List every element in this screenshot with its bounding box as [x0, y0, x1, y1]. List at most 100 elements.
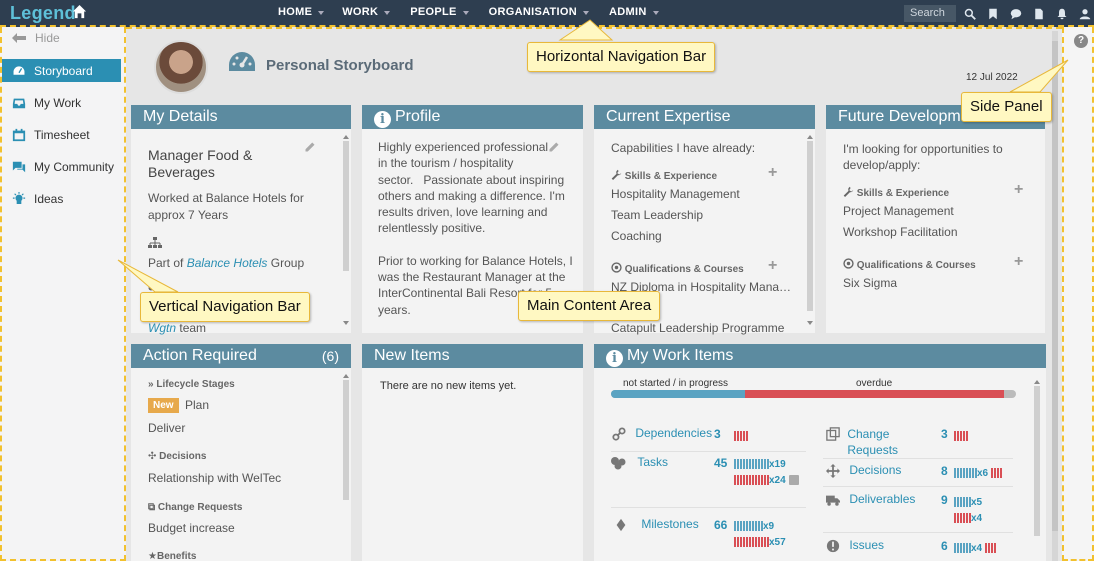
scroll-down-arrow[interactable]	[343, 321, 349, 325]
horizontal-navigation-bar: Legend HOME WORK PEOPLE ORGANISATION ADM…	[0, 0, 1094, 27]
search-icon[interactable]	[958, 5, 981, 22]
user-icon[interactable]	[1073, 5, 1094, 22]
status-bar-segment	[761, 474, 763, 485]
work-item-dependencies[interactable]: Dependencies	[612, 426, 712, 441]
work-item-count: 45	[714, 456, 728, 470]
panel-scrollbar[interactable]	[1032, 380, 1040, 560]
scroll-up-arrow[interactable]	[807, 135, 813, 139]
status-bar-segment	[764, 474, 766, 485]
action-item-plan[interactable]: Plan	[185, 398, 209, 412]
avatar[interactable]	[154, 40, 208, 94]
status-bar-segment	[746, 430, 748, 441]
action-item-decision[interactable]: Relationship with WelTec	[148, 471, 281, 485]
status-bar-segment	[963, 542, 965, 553]
work-item-issues[interactable]: Issues	[826, 538, 884, 553]
scroll-track[interactable]	[343, 380, 349, 500]
chevron-down-icon	[652, 11, 659, 15]
status-bar-segment	[994, 467, 997, 478]
topnav-label: PEOPLE	[410, 6, 457, 18]
status-bar-segment	[966, 496, 968, 507]
status-bar-segment	[994, 542, 997, 553]
team-text: Wgtn team	[148, 321, 206, 335]
main-scrollbar[interactable]	[1052, 31, 1058, 561]
topnav-people[interactable]: PEOPLE	[402, 0, 472, 25]
help-icon[interactable]: ?	[1074, 34, 1088, 48]
status-bar-segment	[737, 536, 739, 547]
work-item-change-requests[interactable]: Change Requests	[826, 426, 898, 458]
bell-icon[interactable]	[1050, 5, 1073, 22]
topnav-admin[interactable]: ADMIN	[601, 0, 663, 25]
work-item-decisions[interactable]: Decisions	[826, 463, 901, 478]
topnav-organisation[interactable]: ORGANISATION	[481, 0, 593, 25]
quals-heading-label: Qualifications & Courses	[856, 260, 976, 271]
scroll-track[interactable]	[807, 141, 813, 311]
add-qualification-button[interactable]: +	[1014, 253, 1023, 271]
panel-title: Current Expertise	[606, 108, 731, 125]
quals-heading: Qualifications & Courses	[843, 258, 976, 271]
callout-vertical-nav: Vertical Navigation Bar	[140, 292, 310, 322]
status-bars: x4	[954, 540, 997, 554]
work-item-milestones[interactable]: Milestones	[614, 517, 699, 532]
sidebar-item-my-community[interactable]: My Community	[2, 155, 121, 178]
hide-sidebar-button[interactable]: Hide	[12, 31, 60, 45]
search-input[interactable]: Search	[904, 5, 956, 22]
add-skill-button[interactable]: +	[1014, 181, 1023, 199]
status-bar-segment	[954, 430, 956, 441]
status-bar-segment	[960, 430, 962, 441]
scroll-track[interactable]	[343, 141, 349, 271]
chat-icon[interactable]	[1004, 5, 1027, 22]
sidebar-item-ideas[interactable]: Ideas	[2, 187, 121, 210]
edit-pencil-icon[interactable]	[304, 141, 316, 153]
status-bar-segment	[749, 474, 751, 485]
wrench-icon	[611, 169, 622, 180]
topnav-home[interactable]: HOME	[270, 0, 328, 25]
group-link[interactable]: Balance Hotels	[187, 256, 268, 270]
sidebar-item-timesheet[interactable]: Timesheet	[2, 123, 121, 146]
sidebar-item-my-work[interactable]: My Work	[2, 91, 121, 114]
status-bar-segment	[957, 542, 959, 553]
chevron-down-icon	[583, 11, 590, 15]
action-required-panel: Action Required (6) » Lifecycle Stages Ne…	[131, 344, 351, 561]
work-item-deliverables[interactable]: Deliverables	[826, 492, 915, 507]
panel-scrollbar[interactable]	[805, 135, 813, 325]
skill-item: Hospitality Management	[611, 187, 740, 201]
sidebar-item-storyboard[interactable]: Storyboard	[2, 59, 121, 82]
action-item-deliver[interactable]: Deliver	[148, 421, 185, 435]
status-bars: x19	[734, 456, 786, 470]
status-bar-segment	[954, 542, 956, 553]
scroll-track[interactable]	[1034, 386, 1040, 536]
wrench-icon	[843, 186, 854, 197]
home-icon[interactable]	[72, 4, 87, 19]
copy-icon: ⧉	[148, 502, 156, 513]
team-link[interactable]: Wgtn	[148, 321, 176, 335]
topnav-work[interactable]: WORK	[334, 0, 394, 25]
bookmark-icon[interactable]	[981, 5, 1004, 22]
panel-scrollbar[interactable]	[341, 374, 349, 554]
scroll-up-arrow[interactable]	[343, 374, 349, 378]
document-icon[interactable]	[1027, 5, 1050, 22]
quals-heading-label: Qualifications & Courses	[624, 264, 744, 275]
status-bar-segment	[743, 458, 745, 469]
status-bars: x9	[734, 518, 774, 532]
profile-line: others and making a difference. I'm	[378, 188, 565, 203]
scroll-down-arrow[interactable]	[807, 321, 813, 325]
profile-line: results driven, love learning and	[378, 205, 548, 220]
status-bar-segment	[749, 536, 751, 547]
status-bar-segment	[764, 536, 766, 547]
scroll-up-arrow[interactable]	[343, 135, 349, 139]
add-skill-button[interactable]: +	[768, 164, 777, 182]
status-bar-segment	[743, 520, 745, 531]
status-bar-segment	[758, 536, 760, 547]
add-qualification-button[interactable]: +	[768, 257, 777, 275]
panel-scrollbar[interactable]	[341, 135, 349, 325]
panel-header: i My Work Items	[594, 344, 1046, 368]
work-item-tasks[interactable]: Tasks	[610, 455, 668, 470]
status-bar-segment	[737, 520, 739, 531]
chevron-down-icon	[384, 11, 391, 15]
scroll-up-arrow[interactable]	[1034, 380, 1040, 384]
row-divider	[823, 458, 1013, 459]
app-logo[interactable]: Legend	[10, 3, 76, 24]
panel-title: My Details	[143, 108, 218, 125]
action-item-change-request[interactable]: Budget increase	[148, 521, 235, 535]
work-item-label: Dependencies	[635, 426, 713, 440]
